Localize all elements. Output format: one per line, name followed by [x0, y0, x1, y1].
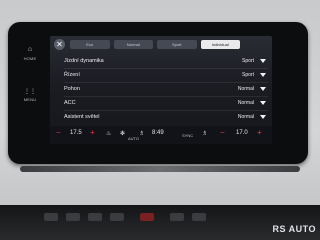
setting-value: Sport [242, 72, 254, 78]
auto-label: AUTO [128, 136, 140, 141]
setting-label: ACC [64, 100, 76, 106]
setting-value: Sport [242, 58, 254, 64]
dropdown-arrow-icon[interactable] [260, 73, 266, 77]
drive-mode-tabs: Eco Normal Sport Individual [70, 40, 240, 49]
console-button[interactable] [110, 213, 124, 221]
dropdown-arrow-icon[interactable] [260, 59, 266, 63]
setting-label: Pohon [64, 86, 80, 92]
watermark-logo: RS AUTO [272, 224, 316, 234]
setting-row[interactable]: Pohon Normal [64, 84, 268, 97]
left-temperature: 17.5 [70, 130, 82, 136]
setting-label: Řízení [64, 72, 80, 78]
tab-normal[interactable]: Normal [113, 40, 153, 49]
climate-bar: − 17.5 + ♨ ✻ AUTO ♗ 8:49 SYNC ♗ − 17.0 + [50, 126, 272, 144]
console-button[interactable] [88, 213, 102, 221]
setting-value: Normal [237, 100, 254, 106]
fan-icon[interactable]: ✻ [120, 130, 125, 137]
setting-label: Asistent světel [64, 114, 100, 120]
setting-label: Jízdní dynamika [64, 58, 104, 64]
right-temp-increase-button[interactable]: + [257, 128, 262, 137]
menu-grid-icon[interactable]: ⋮⋮ [20, 88, 40, 95]
seat-icon[interactable]: ♗ [139, 130, 144, 137]
home-icon[interactable]: ⌂ [20, 46, 40, 53]
menu-label: MENU [23, 97, 37, 102]
hazard-button[interactable] [140, 213, 154, 221]
dropdown-arrow-icon[interactable] [260, 87, 266, 91]
tab-sport[interactable]: Sport [157, 40, 197, 49]
setting-value: Normal [237, 114, 254, 120]
left-temp-increase-button[interactable]: + [90, 128, 95, 137]
infotainment-screen: ✕ Eco Normal Sport Individual Jízdní dyn… [50, 36, 272, 144]
clock-time: 8:49 [152, 130, 164, 136]
tab-eco[interactable]: Eco [70, 40, 110, 49]
console-button[interactable] [170, 213, 184, 221]
right-temp-decrease-button[interactable]: − [220, 128, 225, 137]
setting-row[interactable]: ACC Normal [64, 98, 268, 111]
console-button[interactable] [66, 213, 80, 221]
seat-heating-right-icon[interactable]: ♗ [202, 130, 207, 137]
right-temperature: 17.0 [236, 130, 248, 136]
center-console [0, 205, 320, 240]
console-button[interactable] [192, 213, 206, 221]
home-label: HOME [23, 56, 37, 61]
sync-label[interactable]: SYNC [182, 133, 193, 138]
setting-row[interactable]: Jízdní dynamika Sport [64, 56, 268, 69]
console-button[interactable] [44, 213, 58, 221]
close-button[interactable]: ✕ [54, 39, 65, 50]
setting-value: Normal [237, 86, 254, 92]
setting-row[interactable]: Řízení Sport [64, 70, 268, 83]
dropdown-arrow-icon[interactable] [260, 101, 266, 105]
dropdown-arrow-icon[interactable] [260, 115, 266, 119]
dashboard-trim [20, 166, 300, 172]
tab-individual[interactable]: Individual [200, 40, 240, 49]
seat-heating-icon[interactable]: ♨ [106, 130, 111, 137]
setting-row[interactable]: Asistent světel Normal [64, 112, 268, 124]
left-temp-decrease-button[interactable]: − [56, 128, 61, 137]
